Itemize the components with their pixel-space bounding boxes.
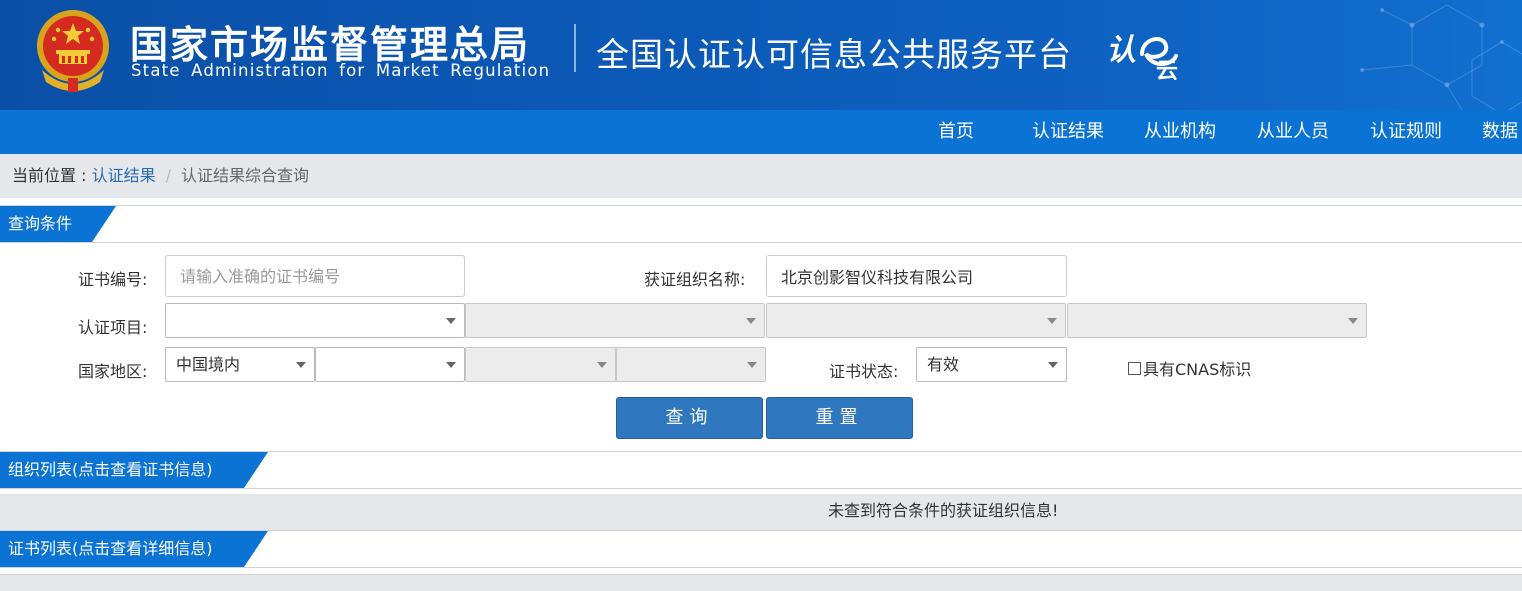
query-section-header: 查询条件 (0, 205, 1522, 243)
svg-text:云: 云 (1156, 59, 1178, 80)
breadcrumb-link-cert-results[interactable]: 认证结果 (92, 166, 156, 185)
network-pattern-decoration (1360, 4, 1522, 110)
org-name-label: 获证组织名称: (644, 270, 746, 289)
region-select-city[interactable] (465, 347, 616, 382)
breadcrumb-current: 认证结果综合查询 (180, 166, 309, 185)
status-select-value: 有效 (927, 355, 960, 374)
breadcrumb-separator: / (165, 166, 171, 185)
project-select-2[interactable] (465, 303, 765, 338)
main-nav: 首页 认证结果 从业机构 从业人员 认证规则 数据 (0, 110, 1522, 154)
nav-item-cert-rules[interactable]: 认证规则 (1370, 110, 1442, 154)
chevron-down-icon (296, 362, 306, 368)
nav-item-cert-results[interactable]: 认证结果 (1032, 110, 1104, 154)
nav-item-personnel[interactable]: 从业人员 (1257, 110, 1329, 154)
nav-item-home[interactable]: 首页 (938, 110, 974, 154)
cert-list-title: 证书列表(点击查看详细信息) (0, 531, 268, 567)
chevron-down-icon (1048, 362, 1058, 368)
status-label: 证书状态: (829, 362, 899, 381)
project-select-3[interactable] (766, 303, 1066, 338)
cert-list-header: 证书列表(点击查看详细信息) (0, 530, 1522, 568)
platform-title: 全国认证认可信息公共服务平台 (596, 35, 1072, 74)
chevron-down-icon (747, 362, 757, 368)
svg-text:认: 认 (1106, 33, 1136, 68)
chevron-down-icon (597, 362, 607, 368)
breadcrumb: 当前位置 : 认证结果 / 认证结果综合查询 (0, 154, 1522, 198)
org-list-empty-message: 未查到符合条件的获证组织信息! (828, 501, 1059, 520)
cnas-checkbox-label: 具有CNAS标识 (1143, 360, 1252, 379)
cert-list-body (0, 574, 1522, 591)
cnas-checkbox-wrap[interactable]: 具有CNAS标识 (1128, 356, 1251, 380)
chevron-down-icon (446, 318, 456, 324)
renzheng-cloud-logo: 认 云 (1106, 33, 1178, 80)
national-emblem-icon (37, 10, 109, 92)
region-select-district[interactable] (616, 347, 766, 382)
status-select[interactable]: 有效 (916, 347, 1067, 382)
nav-item-data[interactable]: 数据 (1482, 110, 1518, 154)
project-label: 认证项目: (78, 318, 148, 337)
banner-divider (574, 24, 576, 72)
chevron-down-icon (1348, 318, 1358, 324)
org-list-title: 组织列表(点击查看证书信息) (0, 452, 268, 488)
site-banner: 国家市场监督管理总局 State Administration for Mark… (0, 0, 1522, 110)
reset-button[interactable]: 重置 (766, 397, 913, 439)
region-select-country[interactable]: 中国境内 (165, 347, 315, 382)
org-name-en: State Administration for Market Regulati… (131, 61, 551, 80)
nav-item-institutions[interactable]: 从业机构 (1144, 110, 1216, 154)
region-label: 国家地区: (78, 362, 148, 381)
cert-no-input[interactable] (165, 255, 465, 297)
query-section-title: 查询条件 (0, 206, 116, 242)
chevron-down-icon (1047, 318, 1057, 324)
org-list-header: 组织列表(点击查看证书信息) (0, 451, 1522, 489)
search-button[interactable]: 查询 (616, 397, 763, 439)
cnas-checkbox[interactable] (1128, 361, 1141, 375)
project-select-1[interactable] (165, 303, 465, 338)
breadcrumb-prefix: 当前位置 : (12, 166, 92, 185)
region-select-province[interactable] (315, 347, 465, 382)
chevron-down-icon (746, 318, 756, 324)
chevron-down-icon (446, 362, 456, 368)
org-name-input[interactable] (766, 255, 1067, 297)
region-select-country-value: 中国境内 (176, 355, 241, 374)
project-select-4[interactable] (1067, 303, 1367, 338)
org-list-empty-row: 未查到符合条件的获证组织信息! (0, 494, 1522, 530)
cert-no-label: 证书编号: (78, 270, 148, 289)
